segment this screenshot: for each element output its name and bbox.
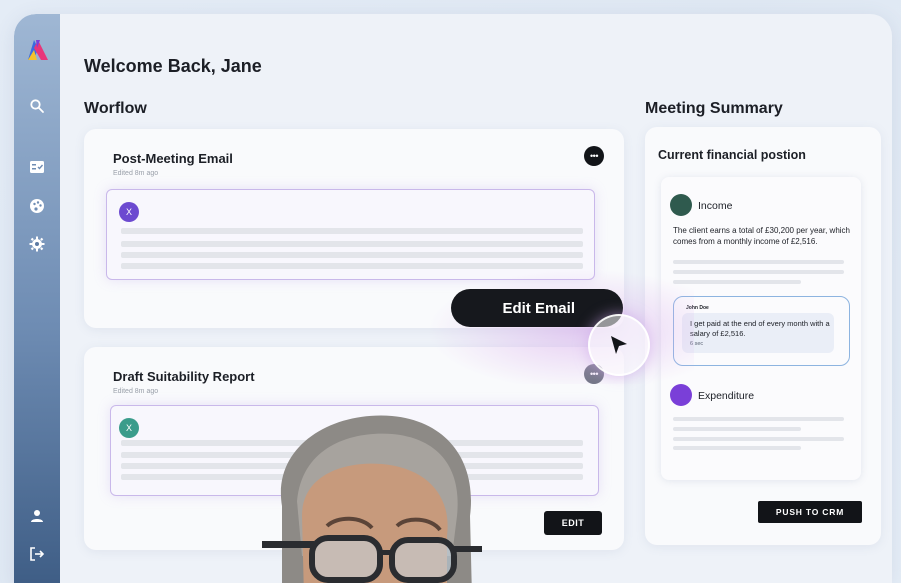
- person-photo: [242, 406, 502, 583]
- workflow-heading: Worflow: [84, 100, 147, 117]
- palette-icon[interactable]: [27, 196, 47, 216]
- card-edited-time: Edited 8m ago: [113, 388, 159, 395]
- expenditure-label: Expenditure: [698, 390, 755, 402]
- text-placeholder-line: [673, 260, 844, 264]
- chat-message: I get paid at the end of every month wit…: [690, 319, 830, 338]
- checklist-icon[interactable]: [27, 157, 47, 177]
- income-label: Income: [698, 200, 733, 212]
- page-title: Welcome Back, Jane: [84, 56, 262, 76]
- logout-icon[interactable]: [27, 544, 47, 564]
- text-placeholder-line: [673, 446, 801, 450]
- user-icon[interactable]: [27, 506, 47, 526]
- card-title: Post-Meeting Email: [113, 151, 233, 166]
- gear-icon[interactable]: [27, 234, 47, 254]
- chat-bubble: I get paid at the end of every month wit…: [682, 313, 834, 353]
- avatar: X: [119, 418, 139, 438]
- avatar: X: [119, 202, 139, 222]
- push-to-crm-button[interactable]: PUSH TO CRM: [758, 501, 862, 523]
- sidebar: [14, 14, 60, 583]
- text-placeholder-line: [121, 252, 583, 258]
- text-placeholder-line: [673, 437, 844, 441]
- expenditure-dot: [670, 384, 692, 406]
- brand-logo[interactable]: [24, 36, 52, 64]
- income-dot: [670, 194, 692, 216]
- text-placeholder-line: [673, 417, 844, 421]
- text-placeholder-line: [673, 427, 801, 431]
- transcript-snippet[interactable]: John Doe I get paid at the end of every …: [673, 296, 850, 366]
- edit-button[interactable]: EDIT: [544, 511, 602, 535]
- search-icon[interactable]: [27, 96, 47, 116]
- meeting-summary-heading: Meeting Summary: [645, 100, 783, 117]
- text-placeholder-line: [673, 270, 844, 274]
- app-window: Welcome Back, Jane Worflow Meeting Summa…: [14, 14, 892, 583]
- more-options-button[interactable]: •••: [584, 146, 604, 166]
- card-edited-time: Edited 8m ago: [113, 170, 159, 177]
- text-placeholder-line: [121, 241, 583, 247]
- income-description: The client earns a total of £30,200 per …: [673, 226, 850, 246]
- text-placeholder-line: [121, 228, 583, 234]
- cursor-pointer-icon: [588, 314, 650, 376]
- card-title: Draft Suitability Report: [113, 369, 255, 384]
- financial-position-title: Current financial postion: [658, 148, 806, 162]
